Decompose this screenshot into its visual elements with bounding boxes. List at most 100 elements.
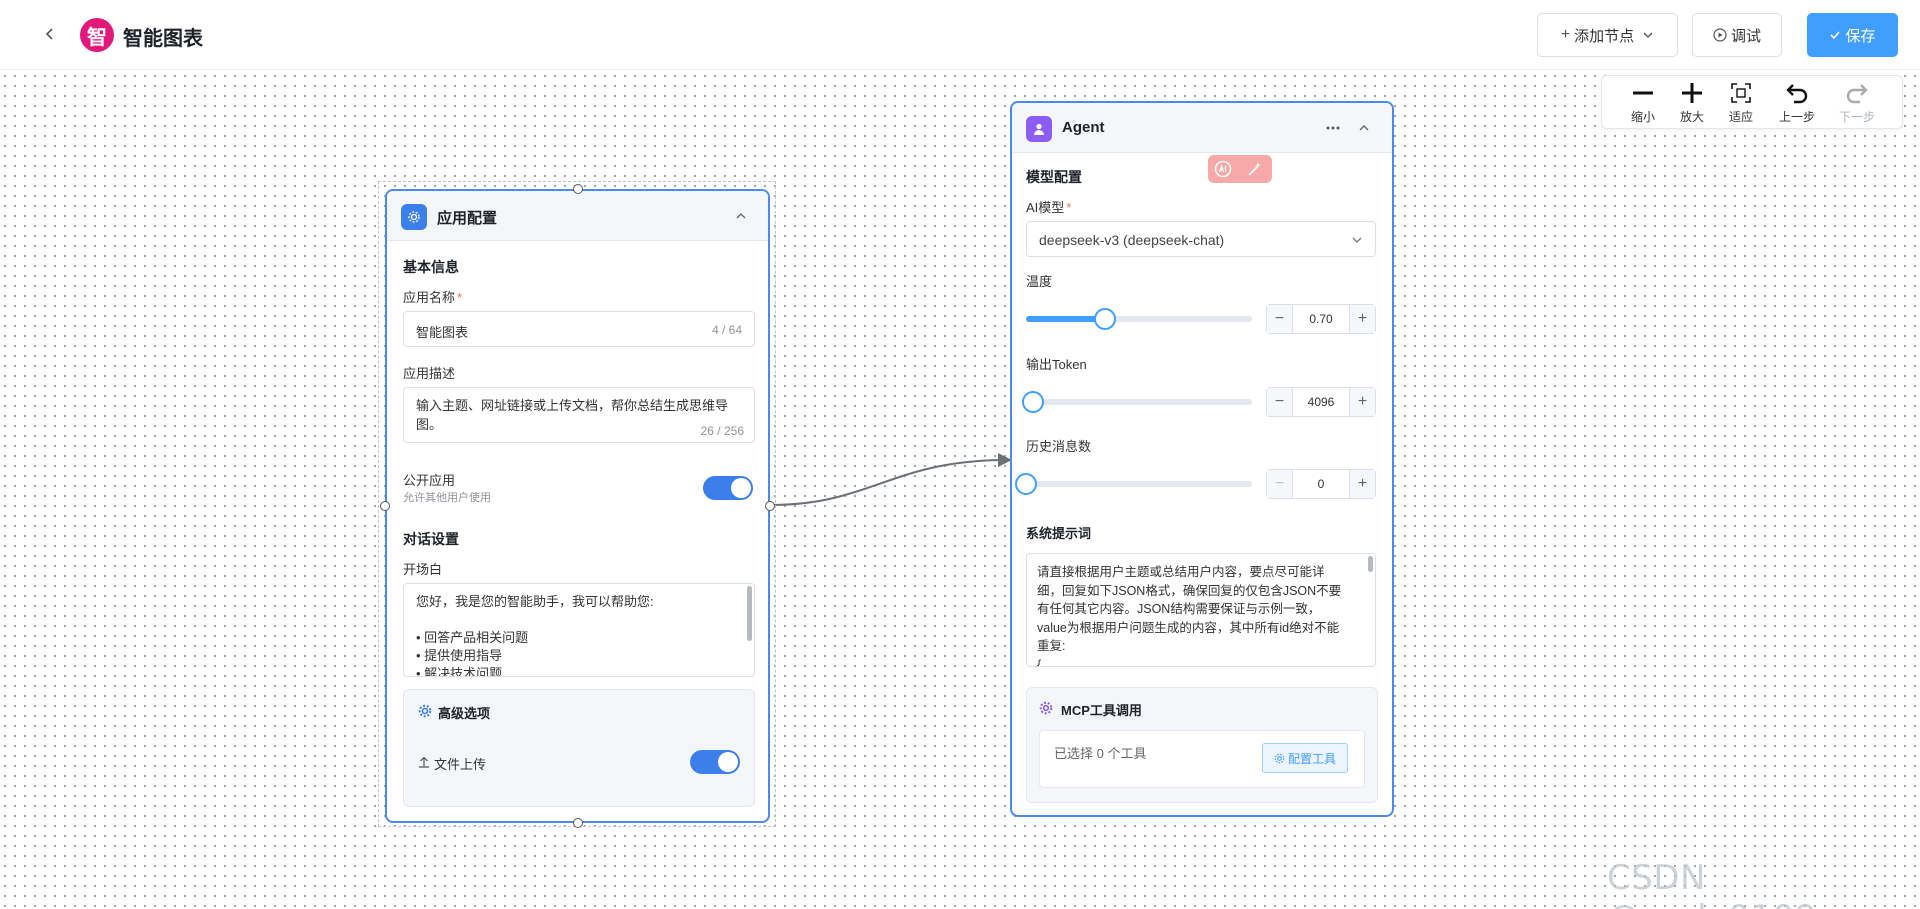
decrement-button[interactable]: − (1267, 305, 1293, 333)
left-handle[interactable] (380, 501, 390, 511)
app-config-node[interactable]: 应用配置 基本信息 应用名称 * 智能图表 4 / 64 应用描述 输入主题、网址… (385, 189, 770, 823)
chevron-up-icon[interactable] (733, 208, 749, 224)
redo-button[interactable]: 下一步 (1832, 80, 1882, 128)
debug-button[interactable]: 调试 (1692, 13, 1782, 57)
plus-icon: + (1560, 26, 1571, 43)
prompt-line: 重复: (1037, 639, 1066, 653)
temperature-stepper[interactable]: − 0.70 + (1266, 304, 1376, 334)
prompt-line: 请直接根据用户主题或总结用户内容，要点尽可能详 (1037, 565, 1325, 579)
opening-text: 您好，我是您的智能助手，我可以帮助您: • 回答产品相关问题 • 提供使用指导 … (416, 593, 654, 677)
output-token-slider[interactable] (1021, 391, 1252, 413)
output-token-label: 输出Token (1026, 357, 1087, 372)
more-icon[interactable] (1326, 125, 1340, 131)
ai-model-select[interactable]: deepseek-v3 (deepseek-chat) (1026, 221, 1376, 257)
mcp-selected-text: 已选择 0 个工具 (1054, 746, 1147, 761)
temperature-slider[interactable] (1026, 308, 1252, 330)
mcp-tool-box: 已选择 0 个工具 配置工具 (1039, 730, 1365, 788)
top-handle[interactable] (573, 184, 583, 194)
app-name-value: 智能图表 (416, 325, 469, 340)
bottom-handle[interactable] (573, 818, 583, 828)
scrollbar[interactable] (747, 586, 752, 641)
prompt-line: { (1037, 657, 1042, 667)
undo-label: 上一步 (1778, 110, 1815, 124)
zoom-out-label: 缩小 (1630, 110, 1655, 124)
decrement-button[interactable]: − (1267, 388, 1293, 416)
history-value[interactable]: 0 (1293, 470, 1349, 498)
mcp-title: MCP工具调用 (1061, 703, 1142, 718)
app-name-input[interactable]: 智能图表 4 / 64 (403, 311, 755, 347)
zoom-in-label: 放大 (1679, 110, 1704, 124)
history-slider[interactable] (1015, 473, 1252, 495)
page-title: 智能图表 (123, 28, 203, 50)
fit-view-button[interactable]: 适应 (1716, 80, 1766, 128)
scrollbar[interactable] (1368, 556, 1373, 572)
user-icon (1026, 116, 1052, 142)
play-circle-icon (1713, 28, 1727, 42)
decrement-button[interactable]: − (1267, 470, 1293, 498)
agent-node[interactable]: Agent 模型配置 AI模型 * deepseek-v3 (deepseek-c… (1010, 101, 1394, 817)
ai-model-value: deepseek-v3 (deepseek-chat) (1039, 232, 1225, 248)
add-node-button[interactable]: + 添加节点 (1537, 13, 1678, 57)
increment-button[interactable]: + (1349, 388, 1375, 416)
back-icon[interactable] (38, 22, 62, 46)
temperature-value[interactable]: 0.70 (1293, 305, 1349, 333)
chevron-down-icon (1643, 32, 1653, 38)
magic-wand-icon[interactable] (1246, 160, 1264, 178)
history-label: 历史消息数 (1026, 439, 1092, 454)
output-token-value[interactable]: 4096 (1293, 388, 1349, 416)
prompt-line: 有任何其它内容。JSON结构需要保证与示例一致， (1037, 602, 1321, 616)
undo-button[interactable]: 上一步 (1772, 80, 1822, 128)
opening-textarea[interactable]: 您好，我是您的智能助手，我可以帮助您: • 回答产品相关问题 • 提供使用指导 … (403, 583, 755, 677)
public-app-toggle[interactable] (703, 476, 753, 500)
fit-screen-icon (1731, 83, 1751, 103)
slider-thumb[interactable] (1015, 473, 1037, 495)
chevron-down-icon (1352, 237, 1362, 243)
redo-icon (1846, 84, 1868, 104)
debug-label: 调试 (1730, 27, 1761, 45)
save-button[interactable]: 保存 (1807, 13, 1898, 57)
char-counter: 26 / 256 (700, 424, 744, 438)
dialog-settings-title: 对话设置 (403, 531, 459, 547)
app-desc-value: 输入主题、网址链接或上传文档，帮你总结生成思维导图。 (416, 398, 729, 432)
chevron-up-icon[interactable] (1356, 120, 1372, 136)
increment-button[interactable]: + (1349, 305, 1375, 333)
upload-icon (419, 756, 429, 768)
opening-line: 您好，我是您的智能助手，我可以帮助您: (416, 594, 654, 609)
temperature-label: 温度 (1026, 274, 1053, 289)
advanced-options-title: 高级选项 (438, 706, 491, 721)
opening-line: • 解决技术问题 (416, 666, 503, 677)
plus-icon (1682, 83, 1702, 103)
config-tools-button[interactable]: 配置工具 (1262, 743, 1348, 773)
app-logo: 智 (80, 18, 114, 52)
save-label: 保存 (1845, 27, 1876, 45)
node-header[interactable]: Agent (1012, 103, 1392, 153)
gear-icon (418, 704, 432, 718)
opening-label: 开场白 (403, 562, 443, 577)
file-upload-label: 文件上传 (434, 757, 487, 772)
prompt-line: value为根据用户问题生成的内容，其中所有id绝对不能 (1037, 620, 1340, 635)
public-app-hint: 允许其他用户使用 (403, 492, 491, 504)
gear-icon (1274, 753, 1285, 763)
app-name-label: 应用名称 * (403, 290, 463, 305)
zoom-out-button[interactable]: 缩小 (1618, 80, 1668, 128)
node-header[interactable]: 应用配置 (387, 191, 768, 241)
advanced-options-panel: 高级选项 文件上传 (403, 689, 755, 807)
mcp-panel: MCP工具调用 已选择 0 个工具 配置工具 (1026, 687, 1378, 803)
system-prompt-title: 系统提示词 (1026, 526, 1092, 541)
history-stepper[interactable]: − 0 + (1266, 469, 1376, 499)
settings-icon (401, 204, 427, 230)
slider-thumb[interactable] (1094, 308, 1117, 330)
increment-button[interactable]: + (1349, 470, 1375, 498)
zoom-in-button[interactable]: 放大 (1667, 80, 1717, 128)
output-token-stepper[interactable]: − 4096 + (1266, 387, 1376, 417)
ai-icon[interactable] (1214, 160, 1232, 178)
connection-edge[interactable] (760, 440, 1020, 520)
zoom-toolbar: 缩小 放大 适应 上一步 下一步 (1601, 75, 1903, 129)
app-desc-textarea[interactable]: 输入主题、网址链接或上传文档，帮你总结生成思维导图。 26 / 256 (403, 387, 755, 443)
system-prompt-text: 请直接根据用户主题或总结用户内容，要点尽可能详 细，回复如下JSON格式，确保回… (1037, 563, 1341, 667)
slider-thumb[interactable] (1021, 391, 1044, 413)
right-handle[interactable] (765, 501, 775, 511)
file-upload-toggle[interactable] (690, 750, 740, 774)
app-desc-label: 应用描述 (403, 366, 456, 381)
system-prompt-textarea[interactable]: 请直接根据用户主题或总结用户内容，要点尽可能详 细，回复如下JSON格式，确保回… (1026, 553, 1376, 667)
